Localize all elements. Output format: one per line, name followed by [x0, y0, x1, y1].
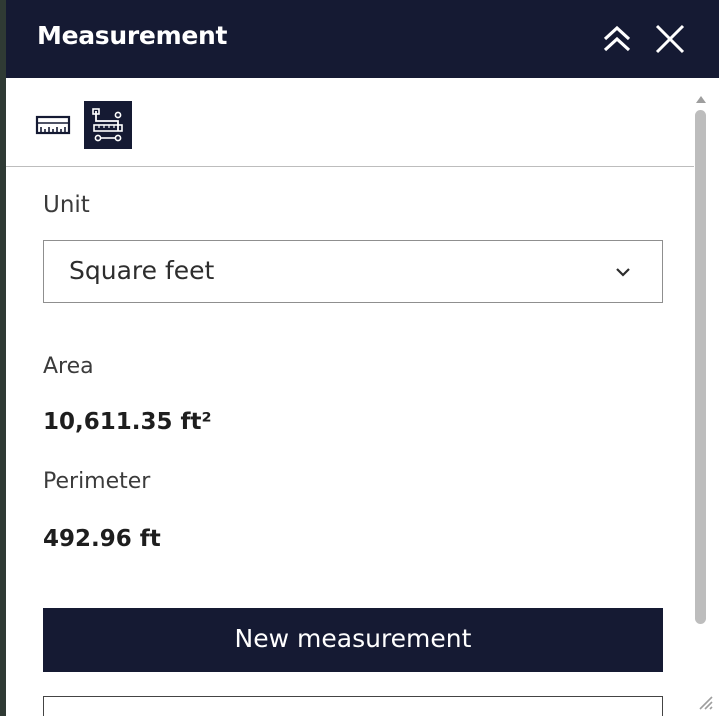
- scroll-up-arrow[interactable]: [694, 90, 708, 103]
- panel-title: Measurement: [37, 21, 228, 50]
- area-tool-button[interactable]: [84, 101, 132, 149]
- area-measure-icon: [92, 108, 123, 142]
- secondary-button[interactable]: [43, 696, 663, 716]
- collapse-button[interactable]: [598, 20, 636, 58]
- chevron-down-icon: [614, 263, 632, 285]
- resize-grip-icon: [699, 696, 713, 710]
- close-icon: [655, 24, 685, 54]
- measurement-panel: Measurement Unit Square feet Area 10,611…: [6, 0, 719, 716]
- measure-tool-bar: [6, 78, 694, 167]
- area-value: 10,611.35 ft²: [43, 409, 212, 435]
- perimeter-value: 492.96 ft: [43, 526, 161, 552]
- unit-label: Unit: [43, 192, 90, 218]
- double-chevron-up-icon: [603, 25, 631, 52]
- scrollbar-thumb[interactable]: [695, 110, 706, 624]
- unit-select[interactable]: Square feet: [43, 240, 663, 303]
- triangle-up-icon: [696, 96, 706, 103]
- ruler-icon: [35, 115, 71, 135]
- panel-header: Measurement: [6, 0, 719, 78]
- new-measurement-button[interactable]: New measurement: [43, 608, 663, 672]
- close-button[interactable]: [651, 20, 689, 58]
- resize-handle[interactable]: [696, 693, 714, 711]
- distance-tool-button[interactable]: [29, 101, 77, 149]
- unit-select-value: Square feet: [69, 256, 215, 285]
- perimeter-label: Perimeter: [43, 469, 151, 494]
- area-label: Area: [43, 354, 94, 379]
